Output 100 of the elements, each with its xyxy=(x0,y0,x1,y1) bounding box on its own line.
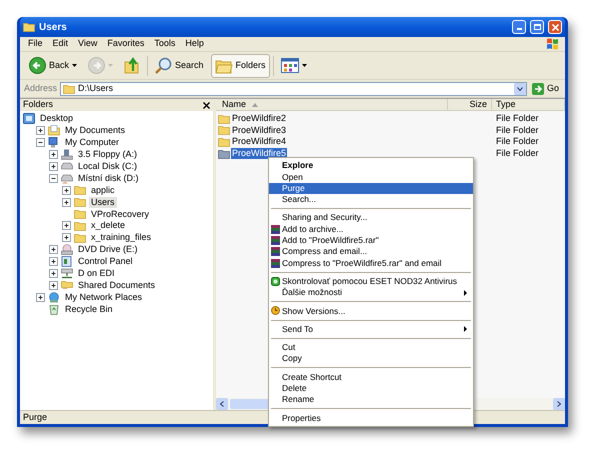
file-name[interactable]: ProeWildfire5 xyxy=(231,148,288,160)
close-icon[interactable] xyxy=(203,102,210,108)
scroll-right-button[interactable] xyxy=(553,398,565,410)
expand-icon[interactable] xyxy=(36,292,45,302)
tree-item[interactable]: Control Panel xyxy=(76,256,135,268)
minimize-button[interactable] xyxy=(512,20,526,34)
menu-item[interactable]: Edit xyxy=(48,37,74,51)
column-header[interactable]: Name xyxy=(216,99,448,110)
floppy-drive-icon xyxy=(61,149,73,160)
tree-item[interactable]: Shared Documents xyxy=(76,280,158,291)
recycle-bin-icon xyxy=(48,304,60,315)
column-header[interactable]: Type xyxy=(492,99,565,110)
antivirus-icon xyxy=(271,276,280,286)
folder-icon xyxy=(218,125,230,136)
type-cell-text: File Folder xyxy=(495,124,539,137)
tree-item[interactable]: x_delete xyxy=(89,220,128,232)
expand-icon[interactable] xyxy=(36,126,45,136)
close-icon xyxy=(552,24,558,30)
views-icon xyxy=(280,58,299,73)
context-menu-item[interactable]: Skontrolovať pomocou ESET NOD32 Antivirus xyxy=(269,276,473,287)
folder-icon xyxy=(218,136,230,147)
menu-item[interactable]: File xyxy=(23,37,48,51)
context-menu-item[interactable]: Delete xyxy=(269,382,473,394)
tree-item[interactable]: DVD Drive (E:) xyxy=(76,244,140,256)
tree-item[interactable]: 3.5 Floppy (A:) xyxy=(76,149,140,160)
tree-item[interactable]: x_training_files xyxy=(89,232,154,244)
search-button[interactable]: Search xyxy=(151,54,208,78)
column-header[interactable]: Size xyxy=(448,99,492,110)
pane-title: Folders xyxy=(23,98,54,112)
archive-books-icon xyxy=(271,258,280,268)
expand-icon[interactable] xyxy=(49,150,58,160)
file-name[interactable]: ProeWildfire3 xyxy=(231,124,288,136)
file-name[interactable]: ProeWildfire2 xyxy=(231,113,288,124)
menu-item[interactable]: Favorites xyxy=(102,37,150,51)
context-menu-item[interactable]: Compress and email... xyxy=(269,246,473,258)
context-menu-item[interactable]: Compress to "ProeWildfire5.rar" and email xyxy=(269,257,473,269)
back-button[interactable]: Back xyxy=(25,54,82,78)
context-menu-item[interactable]: Send To xyxy=(269,324,473,335)
submenu-arrow-icon xyxy=(464,326,467,332)
expand-icon[interactable] xyxy=(62,221,71,230)
status-text: Purge xyxy=(23,410,48,424)
scroll-left-button[interactable] xyxy=(216,398,228,410)
expand-icon[interactable] xyxy=(62,186,71,195)
expand-icon[interactable] xyxy=(49,162,58,171)
tree-item[interactable]: applic xyxy=(89,184,117,196)
shared-folder-icon xyxy=(61,280,73,291)
address-field[interactable]: D:\Users xyxy=(60,82,527,96)
control-panel-icon xyxy=(61,256,73,268)
tree-item[interactable]: VProRecovery xyxy=(89,208,152,220)
clock-icon xyxy=(271,306,280,316)
expand-icon[interactable] xyxy=(49,269,58,278)
context-menu-item[interactable]: Properties xyxy=(269,412,473,424)
menu-item[interactable]: Tools xyxy=(149,37,180,51)
expand-icon[interactable] xyxy=(49,257,58,266)
search-icon xyxy=(155,57,172,74)
context-menu-item[interactable]: Explore xyxy=(269,160,473,172)
tree-item[interactable]: My Documents xyxy=(63,125,128,136)
folders-button[interactable]: Folders xyxy=(210,54,270,78)
context-menu-item[interactable]: Ďalšie možnosti xyxy=(269,286,473,298)
type-cell-text: File Folder xyxy=(495,135,539,148)
tree-item[interactable]: My Computer xyxy=(63,137,122,148)
expand-icon[interactable] xyxy=(62,233,71,242)
close-button[interactable] xyxy=(548,20,562,34)
collapse-icon[interactable] xyxy=(36,138,45,148)
network-drive-icon xyxy=(61,268,73,280)
collapse-icon[interactable] xyxy=(49,174,58,183)
archive-books-icon xyxy=(271,247,280,256)
context-menu-item[interactable]: Search... xyxy=(269,194,473,206)
menu-item[interactable]: Help xyxy=(180,37,209,51)
go-button[interactable]: Go xyxy=(530,82,561,96)
context-menu-item[interactable]: Add to archive... xyxy=(269,223,473,235)
tree-item[interactable]: Recycle Bin xyxy=(63,304,115,315)
tree-item[interactable]: Desktop xyxy=(38,113,76,124)
context-menu-item[interactable]: Sharing and Security... xyxy=(269,212,473,224)
context-menu-item[interactable]: Open xyxy=(269,171,473,183)
tree-item[interactable]: Local Disk (C:) xyxy=(76,161,140,172)
dropdown-caret-icon xyxy=(516,86,523,90)
expand-icon[interactable] xyxy=(49,280,58,290)
context-menu-item[interactable]: Purge xyxy=(269,182,473,194)
tree-item[interactable]: My Network Places xyxy=(63,292,144,303)
tree-item[interactable]: D on EDI xyxy=(76,268,117,280)
context-menu-item[interactable]: Add to "ProeWildfire5.rar" xyxy=(269,234,473,246)
type-cell-text: File Folder xyxy=(495,146,539,160)
file-name[interactable]: ProeWildfire4 xyxy=(231,136,288,148)
expand-icon[interactable] xyxy=(49,245,58,254)
dropdown-caret-icon xyxy=(72,64,78,67)
dropdown-button[interactable] xyxy=(514,82,526,94)
dropdown-caret-icon xyxy=(108,64,114,67)
expand-icon[interactable] xyxy=(62,198,71,207)
context-menu-item[interactable]: Copy xyxy=(269,353,473,364)
desktop-icon xyxy=(23,113,35,124)
context-menu-item[interactable]: Cut xyxy=(269,342,473,354)
maximize-button[interactable] xyxy=(530,20,544,34)
context-menu-item[interactable]: Show Versions... xyxy=(269,305,473,317)
context-menu-item[interactable]: Create Shortcut xyxy=(269,371,473,383)
tree-item[interactable]: Users xyxy=(89,196,117,208)
menu-item[interactable]: View xyxy=(73,37,102,51)
tree-item[interactable]: Místní disk (D:) xyxy=(76,172,141,184)
address-label: Address xyxy=(24,82,58,95)
context-menu-item[interactable]: Rename xyxy=(269,394,473,406)
